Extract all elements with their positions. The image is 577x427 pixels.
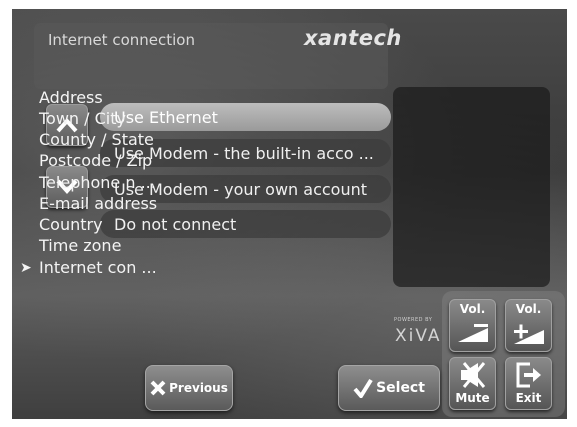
option-use-ethernet[interactable]: Use Ethernet — [100, 103, 391, 131]
chevron-right-icon: ➤ — [20, 260, 32, 276]
powered-by-label: POWERED BY — [394, 317, 433, 323]
volume-down-button[interactable]: Vol. — [449, 299, 496, 352]
exit-icon — [516, 362, 541, 388]
menu-item-county-state[interactable]: County / State — [39, 130, 154, 149]
previous-label: Previous — [169, 381, 228, 395]
screen: Internet connection xantech Use Ethernet… — [12, 9, 567, 419]
volume-down-icon — [458, 324, 488, 342]
menu-item-time-zone[interactable]: Time zone — [39, 236, 121, 255]
select-button[interactable]: Select — [338, 365, 440, 411]
menu-item-email[interactable]: E-mail address — [39, 194, 157, 213]
menu-item-country[interactable]: Country — [39, 215, 103, 234]
mute-button[interactable]: Mute — [449, 357, 496, 410]
previous-button[interactable]: Previous — [145, 365, 233, 411]
page-title: Internet connection — [48, 31, 195, 49]
xiva-logo: XiVA — [395, 326, 442, 346]
mute-icon — [461, 362, 486, 388]
checkmark-icon — [353, 378, 373, 398]
volume-up-icon — [514, 324, 544, 344]
exit-label: Exit — [515, 391, 542, 405]
x-icon — [150, 380, 166, 396]
exit-button[interactable]: Exit — [505, 357, 552, 410]
menu-item-internet-connection[interactable]: Internet con ... — [39, 258, 157, 277]
menu-item-town-city[interactable]: Town / City — [39, 109, 126, 128]
mute-label: Mute — [455, 391, 490, 405]
vol-down-label: Vol. — [459, 302, 486, 316]
brand-logo: xantech — [304, 26, 402, 50]
menu-item-telephone[interactable]: Telephone n ... — [39, 173, 156, 192]
setup-menu — [393, 87, 550, 287]
menu-item-address[interactable]: Address — [39, 88, 103, 107]
select-label: Select — [376, 380, 425, 396]
option-do-not-connect[interactable]: Do not connect — [100, 210, 391, 238]
vol-up-label: Vol. — [515, 302, 542, 316]
volume-up-button[interactable]: Vol. — [505, 299, 552, 352]
menu-item-postcode-zip[interactable]: Postcode / Zip — [39, 151, 152, 170]
